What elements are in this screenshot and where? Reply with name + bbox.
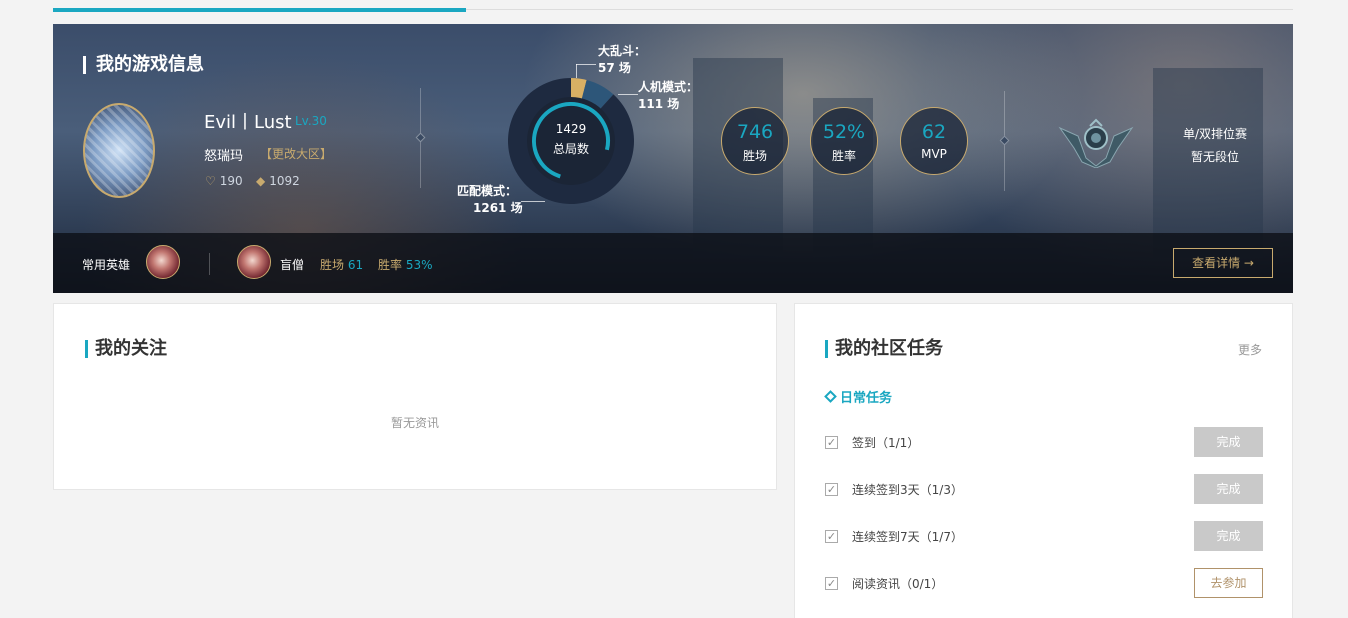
divider [209, 253, 210, 275]
wins-value: 746 [736, 121, 774, 143]
mvp-stat: 62 MVP [900, 107, 968, 175]
task-row: ✓ 阅读资讯（0/1） 去参加 [825, 568, 1263, 598]
champion-winrate-label: 胜率 [378, 258, 403, 272]
active-tab-indicator [53, 8, 466, 12]
total-matches: 1429 [555, 122, 587, 136]
player-avatar[interactable] [83, 103, 155, 198]
champion-winrate-value: 53% [405, 258, 433, 272]
favorite-champions-label: 常用英雄 [82, 258, 131, 272]
champion-winrate: 胜率 53% [378, 256, 433, 273]
change-server-link[interactable]: 【更改大区】 [260, 145, 332, 162]
champion-wins-value: 61 [347, 258, 364, 272]
task-complete-button[interactable]: 完成 [1194, 427, 1263, 457]
task-row: ✓ 连续签到7天（1/7） 完成 [825, 521, 1263, 551]
favorite-champions-bar: 常用英雄 盲僧 胜场 61 胜率 53% 查看详情 → [53, 233, 1293, 293]
rank-queue: 单/双排位赛 [1183, 127, 1248, 141]
task-complete-button[interactable]: 完成 [1194, 474, 1263, 504]
favorite-champion-avatar[interactable] [146, 245, 180, 279]
divider-diamond-icon [415, 132, 426, 143]
mode-normal-label: 匹配模式： [457, 184, 518, 198]
mode-aram: 大乱斗： 57 场 [598, 43, 646, 77]
leader-line [576, 64, 596, 65]
checkbox-icon: ✓ [825, 436, 838, 449]
coins-count: 1092 [269, 174, 300, 188]
checkbox-icon: ✓ [825, 577, 838, 590]
checkbox-icon: ✓ [825, 530, 838, 543]
task-complete-button[interactable]: 完成 [1194, 521, 1263, 551]
mode-bot-label: 人机模式： [638, 80, 699, 94]
mode-aram-count: 57 场 [598, 61, 631, 75]
divider [415, 88, 426, 188]
match-mode-chart: 1429 总局数 [506, 76, 636, 206]
player-server: 怒瑞玛 [204, 149, 244, 164]
champion-wins: 胜场 61 [320, 256, 363, 273]
champion-name: 盲僧 [280, 258, 305, 272]
following-title: 我的关注 [85, 340, 167, 358]
task-row: ✓ 连续签到3天（1/3） 完成 [825, 474, 1263, 504]
community-tasks-title: 我的社区任务 [825, 340, 943, 358]
mode-normal-count: 1261 场 [473, 201, 523, 215]
rank-status: 暂无段位 [1191, 150, 1240, 164]
leader-line [618, 94, 638, 95]
game-info-panel: 我的游戏信息 Evil丨Lust Lv.30 怒瑞玛 【更改大区】 ♡ 190 ◆… [53, 24, 1293, 293]
mode-aram-label: 大乱斗： [598, 44, 647, 58]
mode-normal: 匹配模式： 1261 场 [457, 183, 523, 217]
champion-avatar[interactable] [237, 245, 271, 279]
daily-tasks-heading: 日常任务 [824, 387, 893, 406]
player-level: Lv.30 [295, 114, 327, 128]
tab-baseline [466, 9, 1293, 10]
divider [999, 91, 1010, 191]
task-row: ✓ 签到（1/1） 完成 [825, 427, 1263, 457]
mode-bot: 人机模式： 111 场 [638, 79, 698, 113]
winrate-stat: 52% 胜率 [810, 107, 878, 175]
task-name: 连续签到3天（1/3） [852, 483, 963, 497]
more-link[interactable]: 更多 [1238, 341, 1262, 358]
divider-diamond-icon [999, 135, 1010, 146]
mvp-label: MVP [921, 147, 947, 161]
coins-stat: ◆ 1092 [256, 174, 300, 188]
following-empty-message: 暂无资讯 [391, 416, 440, 430]
champion-wins-label: 胜场 [320, 258, 345, 272]
coin-icon: ◆ [256, 174, 266, 188]
player-name: Evil丨Lust [204, 112, 292, 133]
hearts-stat: ♡ 190 [205, 174, 243, 188]
diamond-icon [824, 390, 837, 403]
following-panel: 我的关注 暂无资讯 [53, 303, 777, 490]
task-name: 连续签到7天（1/7） [852, 530, 963, 544]
game-info-title: 我的游戏信息 [83, 56, 204, 74]
mvp-value: 62 [921, 121, 947, 143]
leader-line [576, 64, 577, 78]
total-matches-label: 总局数 [552, 142, 589, 156]
mode-bot-count: 111 场 [638, 97, 680, 111]
rank-emblem-icon [1058, 118, 1134, 168]
hearts-count: 190 [219, 174, 243, 188]
wins-label: 胜场 [742, 149, 767, 163]
task-join-button[interactable]: 去参加 [1194, 568, 1263, 598]
view-details-button[interactable]: 查看详情 → [1173, 248, 1273, 278]
daily-tasks-label: 日常任务 [840, 391, 893, 406]
leader-line [521, 201, 545, 202]
winrate-label: 胜率 [831, 149, 856, 163]
heart-icon: ♡ [205, 174, 216, 188]
task-name: 阅读资讯（0/1） [852, 577, 944, 591]
task-name: 签到（1/1） [852, 436, 920, 450]
community-tasks-panel: 我的社区任务 更多 日常任务 ✓ 签到（1/1） 完成 ✓ 连续签到3天（1/3… [794, 303, 1293, 618]
checkbox-icon: ✓ [825, 483, 838, 496]
wins-stat: 746 胜场 [721, 107, 789, 175]
winrate-value: 52% [822, 121, 866, 143]
